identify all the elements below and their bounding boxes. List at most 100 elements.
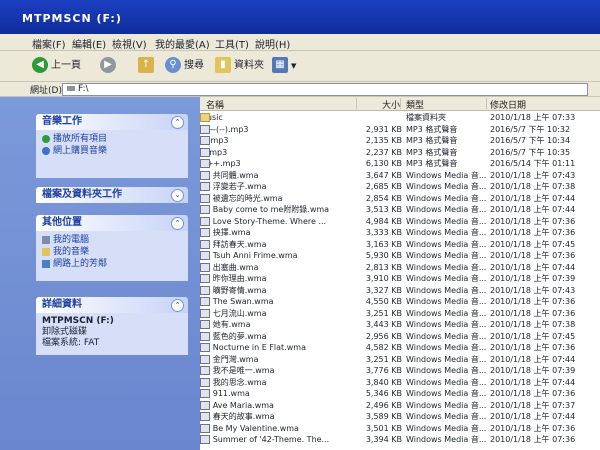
play-icon bbox=[42, 134, 50, 143]
file-type: MP3 格式聲音 bbox=[406, 136, 458, 145]
audio-file-icon bbox=[200, 285, 210, 295]
file-row[interactable]: 01 被遺忘的時光.wma 2,854 KB Windows Media 音... 2… bbox=[200, 193, 600, 204]
file-type: Windows Media 音... bbox=[406, 216, 486, 226]
menu-view[interactable]: 檢視(V) bbox=[112, 36, 147, 51]
file-row[interactable]: 05 我不是唯一.wma 3,776 KB Windows Media 音... 20… bbox=[200, 366, 600, 376]
search-button[interactable]: ⚲ 搜尋 bbox=[165, 56, 204, 76]
audio-file-icon bbox=[200, 193, 210, 203]
file-row[interactable]: +.mp3 2,237 KB MP3 格式聲音 2016/5/7 下午 10:35 bbox=[200, 147, 600, 158]
file-size: 5,930 KB bbox=[365, 251, 402, 260]
file-date: 2010/1/18 上午 07:44 bbox=[490, 354, 576, 364]
views-button[interactable]: ▦ ▼ bbox=[272, 56, 296, 76]
file-list: 名稱 大小 類型 修改日期 Music 檔案資料夾 2010/1/18 上午 07:… bbox=[200, 97, 600, 450]
menu-file[interactable]: 檔案(F) bbox=[32, 36, 66, 51]
file-row[interactable]: 06 911.wma 5,346 KB Windows Media 音... 2010… bbox=[200, 389, 600, 399]
file-row[interactable]: 05 Nocturne in E Flat.wma 4,582 KB Windows… bbox=[200, 343, 600, 353]
audio-file-icon bbox=[200, 216, 210, 226]
audio-file-icon bbox=[200, 159, 210, 168]
column-name[interactable]: 名稱 bbox=[206, 98, 357, 111]
file-name-cell: ——(--).mp3 bbox=[200, 124, 360, 135]
file-type: Windows Media 音... bbox=[406, 251, 486, 260]
music-tasks-header[interactable]: 音樂工作 ⌃ bbox=[36, 114, 188, 130]
buy-music-link[interactable]: 網上購買音樂 bbox=[42, 145, 182, 157]
audio-file-icon bbox=[200, 262, 210, 272]
file-row[interactable]: 04 藍色的夢.wma 2,956 KB Windows Media 音... 201… bbox=[200, 331, 600, 342]
file-row[interactable]: 03 昨你理由.wma 3,910 KB Windows Media 音... 201… bbox=[200, 274, 600, 284]
file-size: 3,776 KB bbox=[365, 366, 402, 375]
folders-button[interactable]: ▮ 資料夾 bbox=[215, 56, 264, 76]
audio-file-icon bbox=[200, 343, 210, 352]
details-header[interactable]: 詳細資料 ⌃ bbox=[36, 297, 188, 313]
address-input[interactable]: F:\ bbox=[62, 83, 588, 96]
file-row[interactable]: 01 浮變若子.wma 2,685 KB Windows Media 音... 201… bbox=[200, 182, 600, 192]
file-row[interactable]: 07 Summer of '42-Theme. The... 3,394 KB Wi… bbox=[200, 435, 600, 445]
my-music-link[interactable]: 我的音樂 bbox=[42, 246, 182, 258]
music-folder-icon bbox=[42, 247, 50, 256]
file-row[interactable]: 06 Ave Maria.wma 2,496 KB Windows Media 音.… bbox=[200, 400, 600, 411]
task-pane: 音樂工作 ⌃ 播放所有項目 網上購買音樂 檔案及資料夾工作 ⌄ 其他位置 ⌃ 我… bbox=[0, 97, 200, 450]
file-row[interactable]: 02 Baby come to me附附錄.wma 3,513 KB Windows… bbox=[200, 205, 600, 215]
file-row[interactable]: 02 Love Story-Theme. Where ... 4,984 KB Wi… bbox=[200, 216, 600, 227]
audio-file-icon bbox=[200, 320, 210, 329]
file-date: 2010/1/18 上午 07:44 bbox=[490, 262, 576, 272]
back-button[interactable]: ◀ 上一頁 bbox=[32, 56, 81, 76]
audio-file-icon bbox=[200, 124, 210, 134]
file-row[interactable]: 02 拜訪春天.wma 3,163 KB Windows Media 音... 201… bbox=[200, 239, 600, 250]
file-type: Windows Media 音... bbox=[406, 377, 486, 387]
back-arrow-icon: ◀ bbox=[32, 57, 48, 73]
file-name-cell: +++.mp3 bbox=[200, 159, 360, 169]
file-row[interactable]: —.mp3 2,135 KB MP3 格式聲音 2016/5/7 下午 10:34 bbox=[200, 136, 600, 146]
file-row[interactable]: Music 檔案資料夾 2010/1/18 上午 07:33 bbox=[200, 113, 600, 123]
file-date: 2010/1/18 上午 07:36 bbox=[490, 251, 576, 260]
file-date: 2010/1/18 上午 07:45 bbox=[490, 239, 576, 249]
file-row[interactable]: 03 曠野寄情.wma 3,327 KB Windows Media 音... 201… bbox=[200, 285, 600, 296]
menu-help[interactable]: 說明(H) bbox=[255, 36, 290, 51]
column-header-row: 名稱 大小 類型 修改日期 bbox=[200, 97, 600, 111]
audio-file-icon bbox=[200, 251, 210, 260]
network-places-link[interactable]: 網路上的芳鄰 bbox=[42, 258, 182, 270]
file-row[interactable]: 03 出塞曲.wma 2,813 KB Windows Media 音... 2010… bbox=[200, 262, 600, 273]
file-row[interactable]: 04 The Swan.wma 4,550 KB Windows Media 音..… bbox=[200, 297, 600, 307]
search-icon: ⚲ bbox=[165, 57, 181, 73]
file-row[interactable]: 05 我的思念.wma 3,840 KB Windows Media 音... 201… bbox=[200, 377, 600, 388]
up-folder-button[interactable]: ↑ bbox=[138, 56, 157, 76]
file-row[interactable]: +++.mp3 6,130 KB MP3 格式聲音 2016/5/14 下午 01:1… bbox=[200, 159, 600, 169]
play-all-label: 播放所有項目 bbox=[53, 134, 108, 144]
file-name: 07 Summer of '42-Theme. The... bbox=[200, 435, 330, 444]
collapse-chevron-icon[interactable]: ⌃ bbox=[171, 299, 184, 312]
expand-chevron-icon[interactable]: ⌄ bbox=[171, 189, 184, 202]
menu-tools[interactable]: 工具(T) bbox=[215, 36, 249, 51]
file-type: Windows Media 音... bbox=[406, 320, 486, 329]
column-type[interactable]: 類型 bbox=[406, 98, 487, 111]
file-size: 3,394 KB bbox=[365, 435, 402, 444]
file-size: 4,582 KB bbox=[365, 343, 402, 352]
column-size[interactable]: 大小 bbox=[360, 98, 401, 111]
collapse-chevron-icon[interactable]: ⌃ bbox=[171, 116, 184, 129]
file-name-cell: Music bbox=[200, 113, 360, 123]
file-row[interactable]: 05 金門灣.wma 3,251 KB Windows Media 音... 2010… bbox=[200, 354, 600, 365]
file-name-cell: 05 我的思念.wma bbox=[200, 377, 360, 388]
file-row[interactable]: 06 春天的故事.wma 3,589 KB Windows Media 音... 20… bbox=[200, 412, 600, 422]
column-modified[interactable]: 修改日期 bbox=[490, 98, 590, 111]
file-size: 3,513 KB bbox=[365, 205, 402, 214]
file-row[interactable]: ——(--).mp3 2,931 KB MP3 格式聲音 2016/5/7 下午 10… bbox=[200, 124, 600, 135]
file-row[interactable]: 01 共同體.wma 3,647 KB Windows Media 音... 2010… bbox=[200, 170, 600, 181]
forward-button[interactable]: ▶ bbox=[100, 56, 119, 76]
file-type: Windows Media 音... bbox=[406, 331, 486, 341]
audio-file-icon bbox=[200, 182, 210, 191]
file-row[interactable]: 07 Be My Valentine.wma 3,501 KB Windows Me… bbox=[200, 423, 600, 434]
file-row[interactable]: 03 Tsuh Anni Frime.wma 5,930 KB Windows Me… bbox=[200, 251, 600, 261]
file-row[interactable]: 02 抉擇.wma 3,333 KB Windows Media 音... 2010/… bbox=[200, 228, 600, 238]
title-bar[interactable]: MTPMSCN (F:) bbox=[0, 0, 600, 34]
file-date: 2010/1/18 上午 07:38 bbox=[490, 182, 576, 191]
other-places-header[interactable]: 其他位置 ⌃ bbox=[36, 215, 188, 231]
file-tasks-header[interactable]: 檔案及資料夾工作 ⌄ bbox=[36, 187, 188, 203]
collapse-chevron-icon[interactable]: ⌃ bbox=[171, 217, 184, 230]
menu-edit[interactable]: 編輯(E) bbox=[72, 36, 106, 51]
menu-favorites[interactable]: 我的最愛(A) bbox=[155, 36, 210, 51]
my-computer-link[interactable]: 我的電腦 bbox=[42, 234, 182, 246]
file-row[interactable]: 04 七月流山.wma 3,251 KB Windows Media 音... 201… bbox=[200, 308, 600, 319]
file-row[interactable]: 04 她有.wma 3,443 KB Windows Media 音... 2010/… bbox=[200, 320, 600, 330]
play-all-link[interactable]: 播放所有項目 bbox=[42, 133, 182, 145]
file-name-cell: 03 Tsuh Anni Frime.wma bbox=[200, 251, 360, 261]
